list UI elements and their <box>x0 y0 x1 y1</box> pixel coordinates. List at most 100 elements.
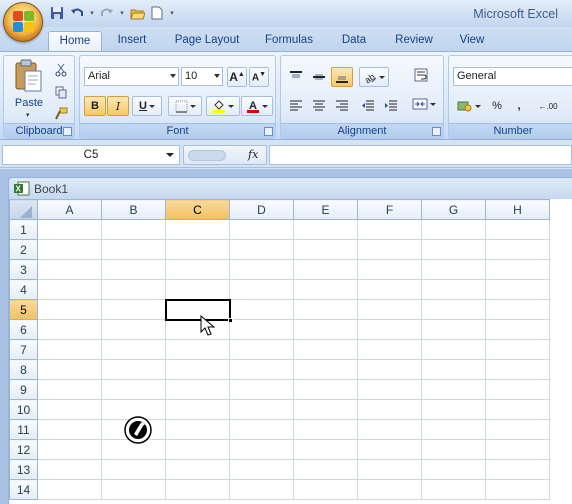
cell-f4[interactable] <box>357 279 422 300</box>
cell-h7[interactable] <box>485 339 550 360</box>
row-header-1[interactable]: 1 <box>9 219 38 240</box>
cell-f1[interactable] <box>357 219 422 240</box>
active-cell[interactable] <box>164 298 233 323</box>
cell-d9[interactable] <box>229 379 294 400</box>
alignment-launcher-icon[interactable] <box>432 127 441 136</box>
cell-a4[interactable] <box>37 279 102 300</box>
align-left-button[interactable] <box>285 96 307 116</box>
fill-color-button[interactable] <box>206 96 240 116</box>
copy-button[interactable] <box>52 82 70 102</box>
font-size-combo[interactable]: 10 <box>181 67 223 86</box>
row-header-10[interactable]: 10 <box>9 399 38 420</box>
cell-e10[interactable] <box>293 399 358 420</box>
cell-h12[interactable] <box>485 439 550 460</box>
row-header-14[interactable]: 14 <box>9 479 38 500</box>
cell-c6[interactable] <box>165 319 230 340</box>
cell-c14[interactable] <box>165 479 230 500</box>
cell-g8[interactable] <box>421 359 486 380</box>
cell-g14[interactable] <box>421 479 486 500</box>
cell-d3[interactable] <box>229 259 294 280</box>
cell-d12[interactable] <box>229 439 294 460</box>
shrink-font-button[interactable]: A▼ <box>249 67 269 87</box>
cell-e13[interactable] <box>293 459 358 480</box>
format-painter-button[interactable] <box>52 104 70 124</box>
cut-button[interactable] <box>52 60 70 80</box>
cell-g13[interactable] <box>421 459 486 480</box>
cell-g2[interactable] <box>421 239 486 260</box>
cell-d1[interactable] <box>229 219 294 240</box>
paste-dropdown-icon[interactable]: ▾ <box>26 111 30 119</box>
cell-e14[interactable] <box>293 479 358 500</box>
cell-h8[interactable] <box>485 359 550 380</box>
cell-f12[interactable] <box>357 439 422 460</box>
column-header-h[interactable]: H <box>485 199 550 220</box>
top-align-button[interactable] <box>285 67 307 87</box>
accounting-format-button[interactable] <box>453 96 485 116</box>
cell-f11[interactable] <box>357 419 422 440</box>
cell-b4[interactable] <box>101 279 166 300</box>
font-name-combo[interactable]: Arial <box>84 67 179 86</box>
row-header-11[interactable]: 11 <box>9 419 38 440</box>
cell-b7[interactable] <box>101 339 166 360</box>
undo-dropdown-icon[interactable]: ▾ <box>88 9 96 17</box>
cell-g4[interactable] <box>421 279 486 300</box>
office-button[interactable] <box>3 2 43 42</box>
column-header-b[interactable]: B <box>101 199 166 220</box>
cell-c10[interactable] <box>165 399 230 420</box>
save-button[interactable] <box>48 4 66 22</box>
cell-f13[interactable] <box>357 459 422 480</box>
cell-b14[interactable] <box>101 479 166 500</box>
redo-button[interactable] <box>98 4 116 22</box>
cell-d4[interactable] <box>229 279 294 300</box>
cell-h2[interactable] <box>485 239 550 260</box>
new-button[interactable] <box>148 4 166 22</box>
cell-c12[interactable] <box>165 439 230 460</box>
cell-b9[interactable] <box>101 379 166 400</box>
cell-a1[interactable] <box>37 219 102 240</box>
cell-a14[interactable] <box>37 479 102 500</box>
cell-c1[interactable] <box>165 219 230 240</box>
font-launcher-icon[interactable] <box>264 127 273 136</box>
cell-c4[interactable] <box>165 279 230 300</box>
row-header-13[interactable]: 13 <box>9 459 38 480</box>
cell-g12[interactable] <box>421 439 486 460</box>
cell-h1[interactable] <box>485 219 550 240</box>
cell-c13[interactable] <box>165 459 230 480</box>
cell-g9[interactable] <box>421 379 486 400</box>
open-button[interactable] <box>128 4 146 22</box>
cell-h10[interactable] <box>485 399 550 420</box>
cell-d7[interactable] <box>229 339 294 360</box>
wrap-text-button[interactable] <box>409 65 433 85</box>
cell-b6[interactable] <box>101 319 166 340</box>
name-box[interactable]: C5 <box>2 145 180 165</box>
decrease-indent-button[interactable] <box>357 96 379 116</box>
cell-f8[interactable] <box>357 359 422 380</box>
cell-b8[interactable] <box>101 359 166 380</box>
name-box-dropdown-icon[interactable] <box>166 153 174 157</box>
formula-input[interactable] <box>269 145 572 165</box>
italic-button[interactable]: I <box>107 96 129 116</box>
row-header-8[interactable]: 8 <box>9 359 38 380</box>
cell-g10[interactable] <box>421 399 486 420</box>
cell-e11[interactable] <box>293 419 358 440</box>
cell-c9[interactable] <box>165 379 230 400</box>
cell-a2[interactable] <box>37 239 102 260</box>
cell-g3[interactable] <box>421 259 486 280</box>
cell-e9[interactable] <box>293 379 358 400</box>
cell-h3[interactable] <box>485 259 550 280</box>
cell-h6[interactable] <box>485 319 550 340</box>
cell-e5[interactable] <box>293 299 358 320</box>
grow-font-button[interactable]: A▲ <box>227 67 247 87</box>
cell-c2[interactable] <box>165 239 230 260</box>
row-header-3[interactable]: 3 <box>9 259 38 280</box>
row-header-9[interactable]: 9 <box>9 379 38 400</box>
cell-a6[interactable] <box>37 319 102 340</box>
customize-qat-icon[interactable]: ▾ <box>168 9 176 17</box>
column-header-a[interactable]: A <box>37 199 102 220</box>
select-all-button[interactable] <box>9 199 38 220</box>
tab-formulas[interactable]: Formulas <box>260 31 318 52</box>
cell-a9[interactable] <box>37 379 102 400</box>
tab-review[interactable]: Review <box>388 31 440 52</box>
cell-a13[interactable] <box>37 459 102 480</box>
cell-f14[interactable] <box>357 479 422 500</box>
